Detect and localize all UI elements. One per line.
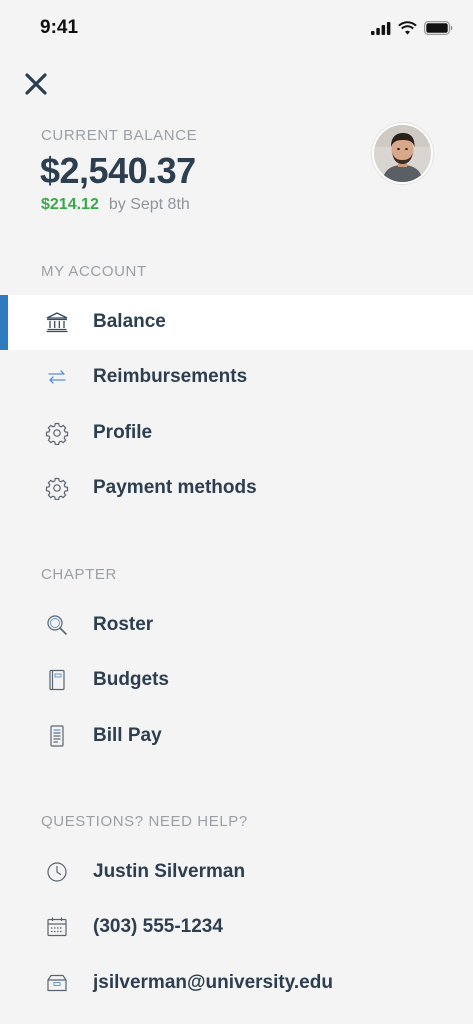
section-title-my-account: MY ACCOUNT [41, 263, 147, 280]
bank-icon [45, 310, 69, 334]
menu-item-label: Roster [93, 614, 154, 635]
avatar-photo [374, 125, 431, 182]
swap-arrows-icon [45, 365, 69, 389]
menu-item-profile[interactable]: Profile [0, 406, 473, 461]
menu-item-contact-name[interactable]: Justin Silverman [0, 845, 473, 900]
menu-item-roster[interactable]: Roster [0, 598, 473, 653]
status-icons [371, 20, 453, 36]
menu-item-label: Justin Silverman [93, 861, 246, 882]
cellular-signal-icon [371, 21, 391, 35]
close-icon [25, 73, 47, 95]
section-title-help: QUESTIONS? NEED HELP? [41, 813, 248, 830]
menu-item-payment-methods[interactable]: Payment methods [0, 461, 473, 516]
menu-item-label: (303) 555-1234 [93, 916, 223, 937]
receipt-icon [45, 724, 69, 748]
menu-item-balance[interactable]: Balance [0, 295, 473, 350]
current-balance-amount: $2,540.37 [40, 150, 196, 191]
section-title-chapter: CHAPTER [41, 566, 117, 583]
calendar-icon [45, 915, 69, 939]
balance-change-date: by Sept 8th [108, 196, 190, 213]
menu-item-label: Payment methods [93, 477, 257, 498]
menu-item-reimbursements[interactable]: Reimbursements [0, 350, 473, 405]
balance-change-row: $214.12 by Sept 8th [41, 196, 190, 214]
menu-item-label: Budgets [93, 669, 169, 690]
menu-item-label: jsilverman@university.edu [93, 972, 333, 993]
active-indicator [0, 295, 8, 350]
search-icon [45, 613, 69, 637]
battery-icon [424, 21, 453, 35]
close-button[interactable] [22, 70, 50, 98]
book-icon [45, 668, 69, 692]
menu-item-contact-email[interactable]: jsilverman@university.edu [0, 956, 473, 1011]
status-bar: 9:41 [0, 0, 473, 56]
menu-item-label: Profile [93, 422, 153, 443]
clock-icon [45, 860, 69, 884]
inbox-icon [45, 971, 69, 995]
gear-icon [45, 476, 69, 500]
menu-item-label: Bill Pay [93, 725, 162, 746]
current-balance-label: CURRENT BALANCE [41, 127, 198, 144]
menu-item-contact-phone[interactable]: (303) 555-1234 [0, 900, 473, 955]
menu-item-budgets[interactable]: Budgets [0, 653, 473, 708]
menu-item-bill-pay[interactable]: Bill Pay [0, 709, 473, 764]
menu-item-label: Reimbursements [93, 366, 248, 387]
balance-change-amount: $214.12 [41, 196, 99, 213]
wifi-icon [398, 21, 417, 35]
menu-item-label: Balance [93, 311, 166, 332]
gear-icon [45, 421, 69, 445]
avatar[interactable] [372, 123, 433, 184]
status-time: 9:41 [40, 17, 79, 38]
